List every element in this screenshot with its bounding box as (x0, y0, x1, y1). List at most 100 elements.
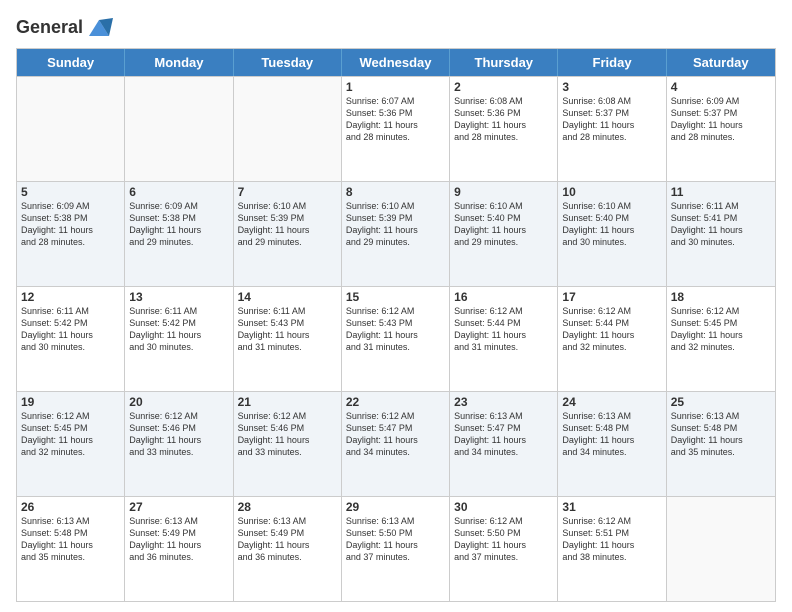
calendar-cell (125, 77, 233, 181)
calendar-cell: 21Sunrise: 6:12 AM Sunset: 5:46 PM Dayli… (234, 392, 342, 496)
header-day-friday: Friday (558, 49, 666, 76)
day-number: 28 (238, 500, 337, 514)
header: General (16, 10, 776, 42)
day-number: 10 (562, 185, 661, 199)
calendar-cell: 27Sunrise: 6:13 AM Sunset: 5:49 PM Dayli… (125, 497, 233, 601)
day-info: Sunrise: 6:10 AM Sunset: 5:40 PM Dayligh… (454, 200, 553, 249)
calendar-cell (17, 77, 125, 181)
calendar-cell: 22Sunrise: 6:12 AM Sunset: 5:47 PM Dayli… (342, 392, 450, 496)
day-info: Sunrise: 6:11 AM Sunset: 5:41 PM Dayligh… (671, 200, 771, 249)
header-day-wednesday: Wednesday (342, 49, 450, 76)
calendar-cell: 31Sunrise: 6:12 AM Sunset: 5:51 PM Dayli… (558, 497, 666, 601)
day-info: Sunrise: 6:12 AM Sunset: 5:51 PM Dayligh… (562, 515, 661, 564)
day-info: Sunrise: 6:10 AM Sunset: 5:40 PM Dayligh… (562, 200, 661, 249)
day-number: 26 (21, 500, 120, 514)
calendar-cell: 7Sunrise: 6:10 AM Sunset: 5:39 PM Daylig… (234, 182, 342, 286)
calendar-cell: 17Sunrise: 6:12 AM Sunset: 5:44 PM Dayli… (558, 287, 666, 391)
day-number: 17 (562, 290, 661, 304)
day-number: 19 (21, 395, 120, 409)
day-info: Sunrise: 6:12 AM Sunset: 5:50 PM Dayligh… (454, 515, 553, 564)
day-number: 7 (238, 185, 337, 199)
day-info: Sunrise: 6:13 AM Sunset: 5:47 PM Dayligh… (454, 410, 553, 459)
calendar-cell: 4Sunrise: 6:09 AM Sunset: 5:37 PM Daylig… (667, 77, 775, 181)
calendar-cell: 11Sunrise: 6:11 AM Sunset: 5:41 PM Dayli… (667, 182, 775, 286)
calendar-cell: 30Sunrise: 6:12 AM Sunset: 5:50 PM Dayli… (450, 497, 558, 601)
calendar: SundayMondayTuesdayWednesdayThursdayFrid… (16, 48, 776, 602)
day-number: 27 (129, 500, 228, 514)
day-number: 8 (346, 185, 445, 199)
day-number: 9 (454, 185, 553, 199)
day-info: Sunrise: 6:13 AM Sunset: 5:50 PM Dayligh… (346, 515, 445, 564)
calendar-cell: 25Sunrise: 6:13 AM Sunset: 5:48 PM Dayli… (667, 392, 775, 496)
calendar-cell: 29Sunrise: 6:13 AM Sunset: 5:50 PM Dayli… (342, 497, 450, 601)
day-number: 21 (238, 395, 337, 409)
calendar-week-3: 12Sunrise: 6:11 AM Sunset: 5:42 PM Dayli… (17, 286, 775, 391)
day-info: Sunrise: 6:12 AM Sunset: 5:47 PM Dayligh… (346, 410, 445, 459)
day-info: Sunrise: 6:11 AM Sunset: 5:42 PM Dayligh… (21, 305, 120, 354)
header-day-monday: Monday (125, 49, 233, 76)
day-number: 2 (454, 80, 553, 94)
calendar-cell: 20Sunrise: 6:12 AM Sunset: 5:46 PM Dayli… (125, 392, 233, 496)
calendar-cell: 9Sunrise: 6:10 AM Sunset: 5:40 PM Daylig… (450, 182, 558, 286)
day-info: Sunrise: 6:10 AM Sunset: 5:39 PM Dayligh… (238, 200, 337, 249)
calendar-cell: 8Sunrise: 6:10 AM Sunset: 5:39 PM Daylig… (342, 182, 450, 286)
day-number: 31 (562, 500, 661, 514)
day-info: Sunrise: 6:13 AM Sunset: 5:48 PM Dayligh… (562, 410, 661, 459)
calendar-cell: 18Sunrise: 6:12 AM Sunset: 5:45 PM Dayli… (667, 287, 775, 391)
day-info: Sunrise: 6:12 AM Sunset: 5:46 PM Dayligh… (238, 410, 337, 459)
day-number: 12 (21, 290, 120, 304)
day-info: Sunrise: 6:12 AM Sunset: 5:43 PM Dayligh… (346, 305, 445, 354)
header-day-sunday: Sunday (17, 49, 125, 76)
calendar-cell: 15Sunrise: 6:12 AM Sunset: 5:43 PM Dayli… (342, 287, 450, 391)
day-number: 22 (346, 395, 445, 409)
day-number: 15 (346, 290, 445, 304)
day-info: Sunrise: 6:12 AM Sunset: 5:44 PM Dayligh… (454, 305, 553, 354)
day-info: Sunrise: 6:12 AM Sunset: 5:45 PM Dayligh… (21, 410, 120, 459)
day-number: 29 (346, 500, 445, 514)
logo-icon (85, 14, 113, 42)
day-info: Sunrise: 6:11 AM Sunset: 5:43 PM Dayligh… (238, 305, 337, 354)
day-number: 4 (671, 80, 771, 94)
day-info: Sunrise: 6:09 AM Sunset: 5:38 PM Dayligh… (129, 200, 228, 249)
day-info: Sunrise: 6:07 AM Sunset: 5:36 PM Dayligh… (346, 95, 445, 144)
day-info: Sunrise: 6:13 AM Sunset: 5:49 PM Dayligh… (129, 515, 228, 564)
day-number: 13 (129, 290, 228, 304)
calendar-header: SundayMondayTuesdayWednesdayThursdayFrid… (17, 49, 775, 76)
day-number: 30 (454, 500, 553, 514)
calendar-week-4: 19Sunrise: 6:12 AM Sunset: 5:45 PM Dayli… (17, 391, 775, 496)
calendar-cell: 19Sunrise: 6:12 AM Sunset: 5:45 PM Dayli… (17, 392, 125, 496)
day-info: Sunrise: 6:09 AM Sunset: 5:38 PM Dayligh… (21, 200, 120, 249)
day-number: 16 (454, 290, 553, 304)
calendar-cell: 3Sunrise: 6:08 AM Sunset: 5:37 PM Daylig… (558, 77, 666, 181)
calendar-week-1: 1Sunrise: 6:07 AM Sunset: 5:36 PM Daylig… (17, 76, 775, 181)
day-number: 3 (562, 80, 661, 94)
day-number: 20 (129, 395, 228, 409)
calendar-cell: 23Sunrise: 6:13 AM Sunset: 5:47 PM Dayli… (450, 392, 558, 496)
page: General SundayMondayTuesdayWednesdayThur… (0, 0, 792, 612)
calendar-cell: 10Sunrise: 6:10 AM Sunset: 5:40 PM Dayli… (558, 182, 666, 286)
day-number: 14 (238, 290, 337, 304)
day-number: 24 (562, 395, 661, 409)
day-info: Sunrise: 6:09 AM Sunset: 5:37 PM Dayligh… (671, 95, 771, 144)
day-info: Sunrise: 6:12 AM Sunset: 5:45 PM Dayligh… (671, 305, 771, 354)
day-number: 5 (21, 185, 120, 199)
day-info: Sunrise: 6:13 AM Sunset: 5:48 PM Dayligh… (671, 410, 771, 459)
calendar-cell: 1Sunrise: 6:07 AM Sunset: 5:36 PM Daylig… (342, 77, 450, 181)
day-number: 18 (671, 290, 771, 304)
calendar-week-5: 26Sunrise: 6:13 AM Sunset: 5:48 PM Dayli… (17, 496, 775, 601)
day-number: 25 (671, 395, 771, 409)
calendar-cell: 6Sunrise: 6:09 AM Sunset: 5:38 PM Daylig… (125, 182, 233, 286)
calendar-week-2: 5Sunrise: 6:09 AM Sunset: 5:38 PM Daylig… (17, 181, 775, 286)
calendar-cell: 14Sunrise: 6:11 AM Sunset: 5:43 PM Dayli… (234, 287, 342, 391)
calendar-cell: 12Sunrise: 6:11 AM Sunset: 5:42 PM Dayli… (17, 287, 125, 391)
logo: General (16, 14, 113, 42)
day-info: Sunrise: 6:13 AM Sunset: 5:48 PM Dayligh… (21, 515, 120, 564)
header-day-saturday: Saturday (667, 49, 775, 76)
logo-text-general: General (16, 18, 83, 38)
calendar-cell: 24Sunrise: 6:13 AM Sunset: 5:48 PM Dayli… (558, 392, 666, 496)
day-info: Sunrise: 6:08 AM Sunset: 5:36 PM Dayligh… (454, 95, 553, 144)
day-number: 6 (129, 185, 228, 199)
header-day-thursday: Thursday (450, 49, 558, 76)
calendar-cell: 13Sunrise: 6:11 AM Sunset: 5:42 PM Dayli… (125, 287, 233, 391)
header-day-tuesday: Tuesday (234, 49, 342, 76)
